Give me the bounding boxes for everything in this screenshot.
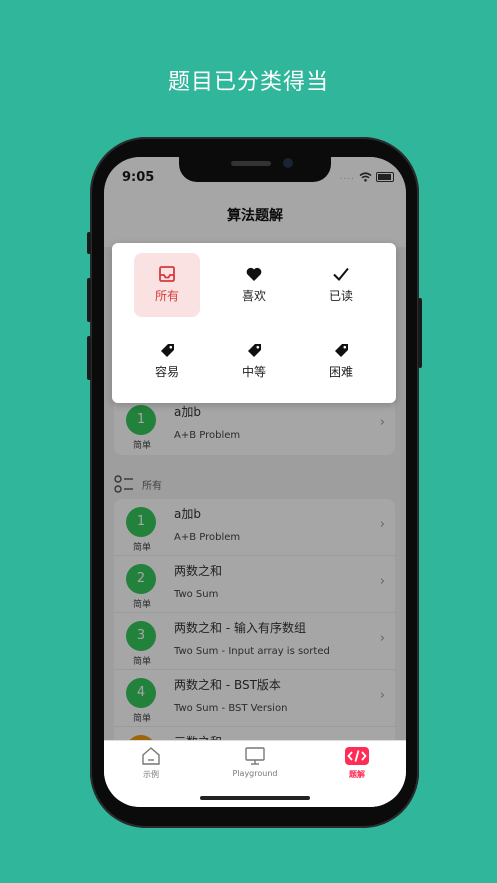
phone-screen: 9:05 .... 算法题解 1 简单 a加b A+B Problem › 所有… [104, 157, 406, 807]
status-time: 9:05 [122, 170, 155, 185]
filter-label: 困难 [328, 365, 353, 379]
filter-label: 中等 [241, 365, 266, 379]
volume-up-button [87, 278, 91, 322]
tag-icon [335, 344, 348, 357]
filter-popup: 所有 喜欢 已读 容易 中等 困难 [112, 243, 396, 403]
speaker [231, 161, 271, 166]
power-button [418, 298, 422, 368]
battery-icon [376, 172, 394, 182]
status-icons: .... [340, 172, 394, 182]
status-bar: 9:05 .... [104, 169, 406, 189]
filter-medium[interactable]: 中等 [221, 329, 287, 393]
heart-icon [246, 267, 262, 281]
silent-switch [87, 232, 91, 254]
tab-solutions[interactable]: 题解 [312, 745, 402, 780]
tab-playground[interactable]: Playground [210, 745, 300, 778]
tag-icon [248, 344, 261, 357]
code-icon [345, 747, 369, 765]
filter-liked[interactable]: 喜欢 [221, 253, 287, 317]
volume-down-button [87, 336, 91, 380]
tab-label: 示例 [143, 770, 159, 779]
tag-icon [161, 344, 174, 357]
filter-label: 所有 [154, 289, 179, 303]
filter-label: 喜欢 [241, 289, 266, 303]
filter-easy[interactable]: 容易 [134, 329, 200, 393]
filter-read[interactable]: 已读 [308, 253, 374, 317]
headline: 题目已分类得当 [167, 70, 329, 95]
filter-hard[interactable]: 困难 [308, 329, 374, 393]
tab-label: Playground [232, 769, 278, 778]
wifi-icon [359, 172, 372, 182]
monitor-icon [245, 747, 265, 765]
filter-label: 容易 [154, 365, 179, 379]
check-icon [333, 267, 349, 281]
tab-label: 题解 [349, 770, 365, 779]
filter-label: 已读 [328, 289, 353, 303]
filter-all[interactable]: 所有 [134, 253, 200, 317]
home-indicator [200, 796, 310, 800]
inbox-icon [159, 266, 175, 282]
signal-dots: .... [339, 172, 355, 182]
camera [283, 158, 293, 168]
house-icon [142, 747, 160, 765]
tab-examples[interactable]: 示例 [106, 745, 196, 780]
